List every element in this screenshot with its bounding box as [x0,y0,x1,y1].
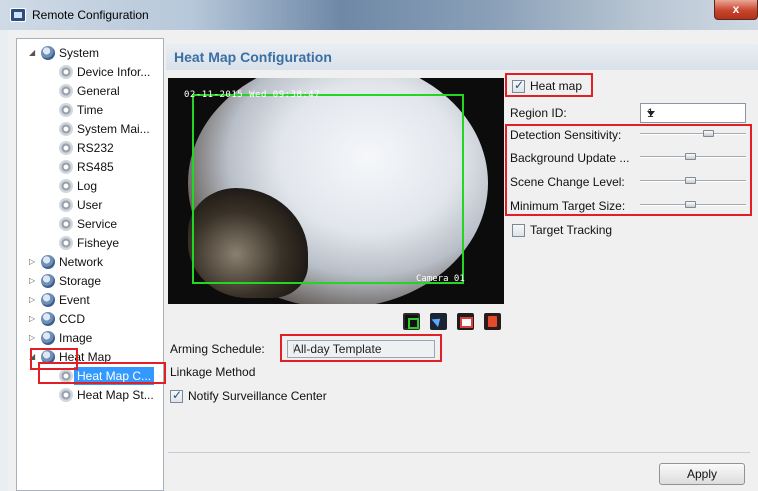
heat-map-checkbox[interactable] [512,78,525,93]
gear-icon [59,65,73,79]
detection-region-box[interactable] [192,94,464,284]
slider-thumb[interactable] [685,201,696,208]
arming-schedule-select[interactable]: All-day Template [287,340,435,358]
tree-label: Time [77,103,104,117]
gear-icon [59,217,73,231]
target-tracking-checkbox[interactable] [512,224,525,237]
background-update-label: Background Update ... [510,151,630,165]
tree-label: Event [59,293,90,307]
minimum-target-size-slider[interactable] [640,200,746,210]
expand-icon[interactable]: ▷ [29,291,39,309]
expand-icon[interactable]: ▷ [29,253,39,271]
collapse-icon[interactable]: ◢ [29,44,39,62]
tree-label: User [77,198,103,212]
detection-sensitivity-label: Detection Sensitivity: [510,128,622,142]
window-title: Remote Configuration [32,8,149,22]
tree-label: General [77,84,120,98]
gear-icon [59,84,73,98]
remote-config-window: Remote Configuration x ◢ System Device I… [0,0,758,491]
tree-label: Storage [59,274,102,288]
notify-surveillance-center-checkbox[interactable] [170,388,183,403]
gear-icon [59,236,73,250]
event-icon [41,293,55,307]
highlight-box [38,362,166,384]
tree-label: Network [59,255,104,269]
arming-schedule-label: Arming Schedule: [170,342,265,356]
gear-icon [59,103,73,117]
system-icon [41,46,55,60]
region-id-label: Region ID: [510,106,567,120]
osd-timestamp: 02-11-2015 Wed 09:38:47 [184,90,321,100]
gear-icon [59,179,73,193]
draw-area-icon[interactable] [403,313,420,330]
expand-icon[interactable]: ▷ [29,272,39,290]
tree-label: Service [77,217,118,231]
expand-icon[interactable]: ▷ [29,329,39,347]
chevron-down-icon [647,111,655,116]
title-bar[interactable]: Remote Configuration x [0,0,758,30]
gear-icon [59,122,73,136]
linkage-method-label: Linkage Method [170,365,256,379]
heat-map-checkbox-label: Heat map [530,79,583,93]
osd-camera-label: Camera 01 [416,274,465,284]
close-button[interactable]: x [714,0,758,20]
gear-icon [59,388,73,402]
slider-thumb[interactable] [685,153,696,160]
slider-thumb[interactable] [685,177,696,184]
page-title: Heat Map Configuration [174,49,332,65]
video-preview[interactable]: 02-11-2015 Wed 09:38:47 Camera 01 [168,78,504,304]
tree-label: System Mai... [77,122,150,136]
image-icon [41,331,55,345]
tree-label: CCD [59,312,85,326]
apply-button[interactable]: Apply [659,463,745,485]
minimum-target-size-label: Minimum Target Size: [510,199,626,213]
tree-label: System [59,46,100,60]
background-update-slider[interactable] [640,152,746,162]
clear-icon[interactable] [457,313,474,330]
slider-thumb[interactable] [703,130,714,137]
detection-sensitivity-slider[interactable] [640,129,746,139]
region-id-select[interactable]: 1 [640,103,746,123]
tree-label: Fisheye [77,236,120,250]
select-icon[interactable] [430,313,447,330]
gear-icon [59,141,73,155]
arming-schedule-value: All-day Template [293,342,382,356]
gear-icon [59,198,73,212]
tree-label: Heat Map St... [77,388,154,402]
tree-label: Device Infor... [77,65,151,79]
divider [168,452,750,453]
tree-label: Log [77,179,98,193]
tree-label: Image [59,331,93,345]
storage-icon [41,274,55,288]
delete-icon[interactable] [484,313,501,330]
app-icon [10,8,26,22]
gear-icon [59,160,73,174]
notify-surveillance-center-label: Notify Surveillance Center [188,389,327,403]
ccd-icon [41,312,55,326]
config-tree[interactable]: ◢ System Device Infor... General Time Sy… [16,38,164,491]
expand-icon[interactable]: ▷ [29,310,39,328]
tree-label: RS232 [77,141,114,155]
network-icon [41,255,55,269]
dropdown-button[interactable] [293,344,303,354]
target-tracking-label: Target Tracking [530,223,613,237]
scene-change-level-slider[interactable] [640,176,746,186]
slider-track [640,133,746,135]
scene-change-level-label: Scene Change Level: [510,175,625,189]
tree-label: RS485 [77,160,114,174]
